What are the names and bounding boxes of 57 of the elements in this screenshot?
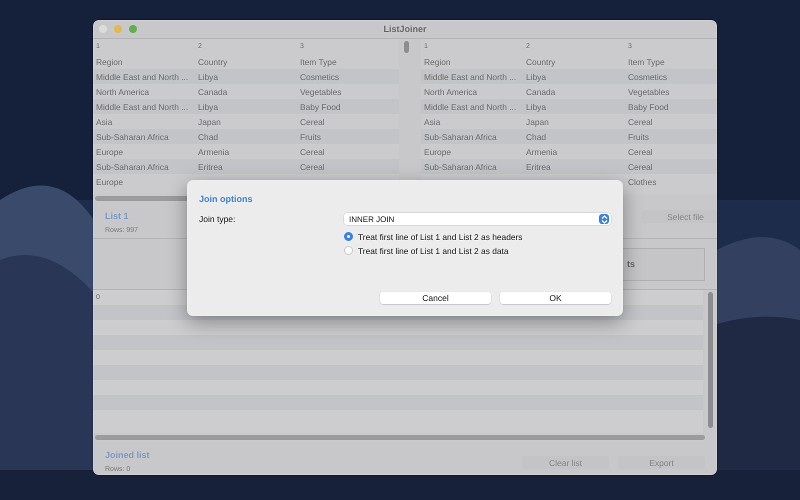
table-cell-text: Canada	[525, 86, 556, 96]
table-cell-text: Asia	[95, 116, 114, 126]
table-cell-text: Japan	[525, 116, 550, 126]
table-cell-text: Cereal	[627, 146, 654, 156]
table-cell-text: Eritrea	[525, 162, 552, 172]
table-cell-text: Sub-Saharan Africa	[423, 132, 498, 142]
table-cell-text: Sub-Saharan Africa	[95, 132, 170, 142]
table-cell-text: Region	[95, 56, 124, 66]
table-cell-text: Item Type	[627, 56, 666, 66]
table-cell-text: Armenia	[197, 146, 230, 156]
table-cell-text: Middle East and North ...	[423, 72, 518, 82]
option-label: Treat first line of List 1 and List 2 as data	[358, 246, 509, 256]
table-cell-text: Sub-Saharan Africa	[95, 162, 170, 172]
table-cell-text: Chad	[197, 132, 220, 142]
table-cell-text: Cereal	[299, 116, 326, 126]
table-cell-text: North America	[95, 86, 150, 96]
table-cell-text: Europe	[95, 146, 124, 156]
table-cell-text: Europe	[423, 146, 452, 156]
table-cell-text: Libya	[525, 72, 548, 82]
table-cell-text: Eritrea	[197, 162, 224, 172]
table-cell-text: Baby Food	[299, 102, 342, 112]
table-cell-text: Middle East and North ...	[95, 72, 190, 82]
table-cell-text: Middle East and North ...	[423, 102, 518, 112]
table-cell-text: Cereal	[627, 116, 654, 126]
table-cell-text: Cosmetics	[299, 72, 340, 82]
table-cell-text: Country	[525, 56, 556, 66]
field-label: Join type:	[199, 214, 236, 224]
table-cell-text: Chad	[525, 132, 548, 142]
table-cell-text: Vegetables	[299, 86, 342, 96]
table-cell-text: Japan	[197, 116, 222, 126]
table-cell-text: Armenia	[525, 146, 558, 156]
table-cell-text: Item Type	[299, 56, 338, 66]
dialog-title: Join options	[199, 194, 254, 204]
option-label: Treat first line of List 1 and List 2 as headers	[358, 232, 522, 242]
table-cell-text: Clothes	[627, 176, 658, 186]
table-cell-text: Country	[197, 56, 228, 66]
table-cell-text: Region	[423, 56, 452, 66]
table-cell-text: Sub-Saharan Africa	[423, 162, 498, 172]
table-cell-text: Fruits	[627, 132, 650, 142]
table-cell-text: Asia	[423, 116, 442, 126]
table-cell-text: Libya	[525, 102, 548, 112]
table-cell-text: Cereal	[627, 162, 654, 172]
table-cell-text: Cereal	[299, 162, 326, 172]
table-cell-text: Canada	[197, 86, 228, 96]
table-cell-text: Middle East and North ...	[95, 102, 190, 112]
list-title: Joined list	[105, 450, 150, 460]
list-title: List 1	[105, 211, 129, 221]
table-cell-text: Libya	[197, 72, 220, 82]
table-cell-text: Libya	[197, 102, 220, 112]
table-cell-text: Cereal	[299, 146, 326, 156]
table-cell-text: Vegetables	[627, 86, 670, 96]
table-cell-text: Fruits	[299, 132, 322, 142]
table-cell-text: Cosmetics	[627, 72, 668, 82]
window-title: ListJoiner	[382, 24, 428, 34]
table-cell-text: Europe	[95, 176, 124, 186]
table-cell-text: Baby Food	[627, 102, 670, 112]
table-cell-text: North America	[423, 86, 478, 96]
